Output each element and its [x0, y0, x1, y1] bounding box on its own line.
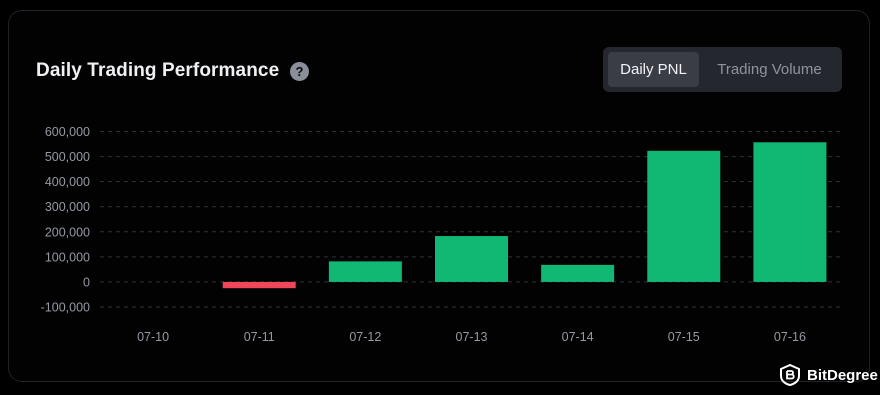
y-tick-label: 100,000 — [45, 250, 90, 264]
bar — [222, 281, 296, 289]
bitdegree-logo-icon — [780, 364, 800, 386]
x-tick-label: 07-15 — [668, 330, 700, 344]
bar — [541, 264, 615, 282]
x-tick-label: 07-14 — [562, 330, 594, 344]
bar — [328, 261, 402, 282]
x-tick-label: 07-10 — [137, 330, 169, 344]
y-tick-label: 200,000 — [45, 225, 90, 239]
bar-chart: 600,000 500,000 400,000 300,000 200,000 100,0… — [41, 125, 843, 344]
watermark-text: BitDegree — [807, 366, 878, 384]
y-tick-label: 500,000 — [45, 150, 90, 164]
x-tick-label: 07-11 — [244, 330, 275, 344]
y-tick-label: 400,000 — [45, 175, 90, 189]
y-tick-label: 0 — [83, 275, 90, 289]
bar — [435, 236, 508, 282]
y-tick-label: -100,000 — [41, 301, 90, 315]
x-tick-label: 07-12 — [349, 330, 381, 344]
y-tick-label: 300,000 — [45, 200, 90, 214]
x-tick-label: 07-13 — [456, 330, 488, 344]
y-tick-label: 600,000 — [45, 125, 90, 139]
watermark: BitDegree — [779, 364, 878, 386]
bar — [753, 142, 827, 282]
x-tick-label: 07-16 — [774, 330, 806, 344]
bar — [647, 150, 721, 282]
